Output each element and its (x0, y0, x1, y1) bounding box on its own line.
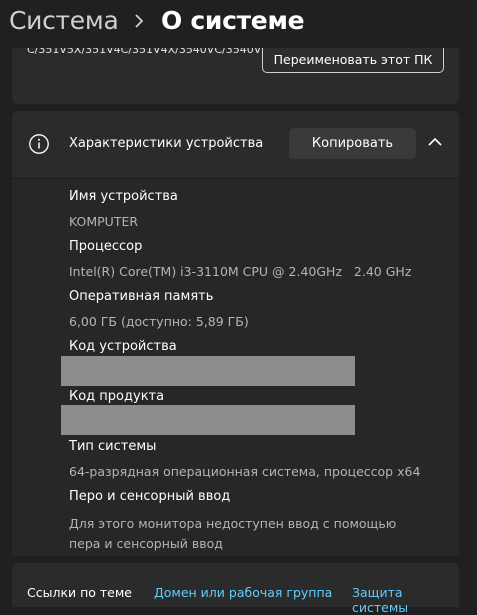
chevron-right-icon (135, 14, 144, 28)
spec-value-pen-touch: Для этого монитора недоступен ввод с пом… (69, 516, 397, 551)
spec-label-ram: Оперативная память (69, 289, 214, 304)
spec-label-system-type: Тип системы (69, 439, 157, 454)
rename-pc-button[interactable]: Переименовать этот ПК (262, 48, 444, 73)
device-specifications-card: Характеристики устройства Копировать Имя… (12, 111, 459, 556)
rename-pc-card: C/351V5X/351V4C/351V4X/3540VC/3540VX/344… (12, 48, 459, 104)
link-system-protection[interactable]: Защита системы (352, 585, 459, 615)
spec-value-ram: 6,00 ГБ (доступно: 5,89 ГБ) (69, 314, 249, 329)
page-title: О системе (161, 6, 305, 35)
spec-value-system-type: 64-разрядная операционная система, проце… (69, 464, 421, 479)
spec-value-device-name: KOMPUTER (69, 214, 139, 229)
info-icon (29, 134, 49, 154)
copy-button[interactable]: Копировать (289, 128, 416, 159)
spec-value-processor: Intel(R) Core(TM) i3-3110M CPU @ 2.40GHz… (69, 264, 412, 279)
spec-label-device-id: Код устройства (69, 339, 177, 354)
spec-label-processor: Процессор (69, 239, 143, 254)
related-links-bar: Ссылки по теме Домен или рабочая группа … (12, 563, 459, 615)
device-specifications-title: Характеристики устройства (69, 136, 264, 151)
redacted-device-id (61, 356, 355, 386)
spec-label-device-name: Имя устройства (69, 189, 178, 204)
chevron-up-icon[interactable] (428, 137, 442, 147)
redacted-product-id (61, 405, 355, 435)
related-links-title: Ссылки по теме (27, 585, 132, 600)
link-domain-workgroup[interactable]: Домен или рабочая группа (154, 585, 332, 600)
breadcrumb-parent-system[interactable]: Система (9, 6, 119, 35)
breadcrumb: Система О системе (0, 0, 477, 52)
device-specifications-header[interactable]: Характеристики устройства Копировать (12, 111, 459, 179)
device-models-text: C/351V5X/351V4C/351V4X/3540VC/3540VX/344… (27, 48, 363, 56)
spec-label-product-id: Код продукта (69, 389, 165, 404)
spec-label-pen-touch: Перо и сенсорный ввод (69, 489, 231, 504)
